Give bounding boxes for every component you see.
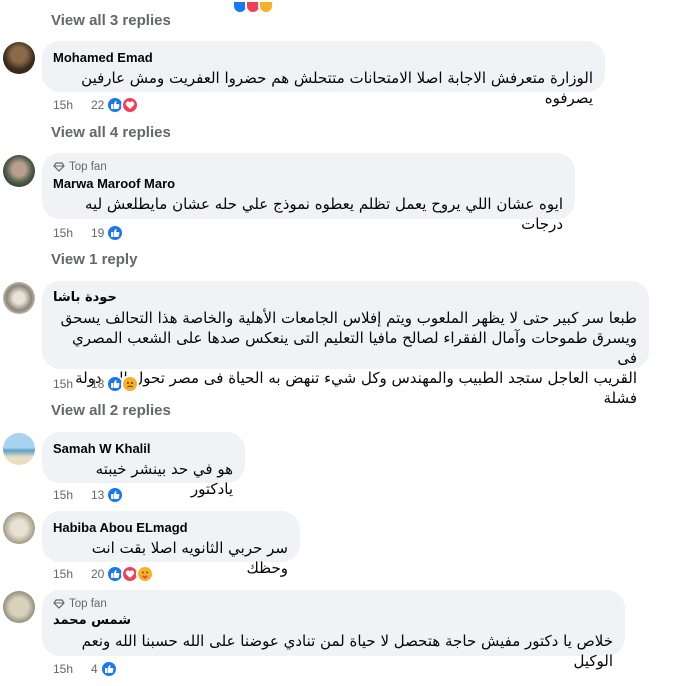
comment-time[interactable]: 15h bbox=[53, 226, 91, 240]
like-icon bbox=[106, 224, 125, 242]
avatar[interactable] bbox=[3, 42, 35, 74]
view-replies-link[interactable]: View 1 reply bbox=[51, 251, 137, 268]
reaction-icons[interactable] bbox=[106, 96, 140, 114]
view-replies-label: View all 4 replies bbox=[51, 124, 171, 141]
avatar[interactable] bbox=[3, 155, 35, 187]
care-icon bbox=[136, 565, 155, 583]
comment-time[interactable]: 15h bbox=[53, 377, 91, 391]
avatar[interactable] bbox=[3, 282, 35, 314]
top-fan-badge: Top fan bbox=[53, 598, 613, 610]
sad-icon bbox=[121, 375, 140, 393]
comment-author[interactable]: حودة باشا bbox=[53, 289, 637, 306]
reaction-count[interactable]: 18 bbox=[91, 377, 104, 391]
comment-meta: 15h 13 bbox=[53, 486, 125, 504]
view-replies-link[interactable]: View all 4 replies bbox=[51, 124, 171, 141]
sad-icon bbox=[258, 0, 274, 14]
comment-text-line: ويسرق طموحات وآمال الفقراء لصالح مافيا ا… bbox=[72, 329, 637, 367]
comment-bubble: Mohamed Emad الوزارة متعرفش الاجابة اصلا… bbox=[42, 41, 605, 107]
comment-text-line: طبعا سر كبير حتى لا يظهر الملعوب ويتم إف… bbox=[60, 309, 637, 327]
reaction-icons[interactable] bbox=[106, 224, 125, 242]
comment-author[interactable]: Habiba Abou ELmagd bbox=[53, 519, 288, 536]
diamond-icon bbox=[53, 162, 65, 172]
reaction-icons[interactable] bbox=[106, 375, 140, 393]
comment-time[interactable]: 15h bbox=[53, 662, 91, 676]
reaction-count[interactable]: 13 bbox=[91, 488, 104, 502]
comment-bubble: Top fan Marwa Maroof Maro ايوه عشان اللي… bbox=[42, 153, 575, 233]
view-replies-label: View 1 reply bbox=[51, 251, 138, 268]
diamond-icon bbox=[53, 599, 65, 609]
like-icon bbox=[99, 660, 118, 678]
like-icon bbox=[106, 486, 125, 504]
comment-bubble: Habiba Abou ELmagd سر حربي الثانويه اصلا… bbox=[42, 511, 300, 577]
reaction-icons[interactable] bbox=[99, 660, 118, 678]
love-icon bbox=[121, 96, 140, 114]
comment-time[interactable]: 15h bbox=[53, 98, 91, 112]
comment-bubble: Samah W Khalil هو في حد بينشر خيبته يادك… bbox=[42, 432, 245, 498]
comment-author[interactable]: Samah W Khalil bbox=[53, 440, 233, 457]
comment-meta: 15h 4 bbox=[53, 660, 118, 678]
comment-meta: 15h 19 bbox=[53, 224, 125, 242]
comment-text: خلاص يا دكتور مفيش حاجة هتحصل لا حياة لم… bbox=[81, 632, 613, 670]
reaction-count[interactable]: 4 bbox=[91, 662, 98, 676]
comment-author[interactable]: Mohamed Emad bbox=[53, 49, 593, 66]
reaction-icons[interactable] bbox=[106, 565, 155, 583]
top-fan-label: Top fan bbox=[69, 598, 107, 610]
comment-meta: 15h 20 bbox=[53, 565, 155, 583]
top-fan-label: Top fan bbox=[69, 161, 107, 173]
comment-meta: 15h 18 bbox=[53, 375, 140, 393]
comment-bubble: Top fan شمس محمد خلاص يا دكتور مفيش حاجة… bbox=[42, 590, 625, 670]
comment-bubble: حودة باشا طبعا سر كبير حتى لا يظهر الملع… bbox=[42, 281, 649, 407]
avatar[interactable] bbox=[3, 512, 35, 544]
reaction-count[interactable]: 22 bbox=[91, 98, 104, 112]
reaction-count[interactable]: 20 bbox=[91, 567, 104, 581]
comment-text: ايوه عشان اللي يروح يعمل تظلم يعطوه نموذ… bbox=[85, 195, 563, 233]
partial-reactions bbox=[232, 0, 274, 14]
view-replies-link[interactable]: View all 3 replies bbox=[51, 12, 171, 29]
reaction-icons[interactable] bbox=[106, 486, 125, 504]
top-fan-badge: Top fan bbox=[53, 161, 563, 173]
comment-author[interactable]: Marwa Maroof Maro bbox=[53, 175, 563, 192]
comment-author[interactable]: شمس محمد bbox=[53, 612, 613, 629]
avatar[interactable] bbox=[3, 591, 35, 623]
view-replies-link[interactable]: View all 2 replies bbox=[51, 402, 171, 419]
view-replies-label: View all 2 replies bbox=[51, 402, 171, 419]
comment-time[interactable]: 15h bbox=[53, 567, 91, 581]
comment-time[interactable]: 15h bbox=[53, 488, 91, 502]
reaction-count[interactable]: 19 bbox=[91, 226, 104, 240]
avatar[interactable] bbox=[3, 433, 35, 465]
comment-meta: 15h 22 bbox=[53, 96, 140, 114]
view-replies-label: View all 3 replies bbox=[51, 12, 171, 29]
